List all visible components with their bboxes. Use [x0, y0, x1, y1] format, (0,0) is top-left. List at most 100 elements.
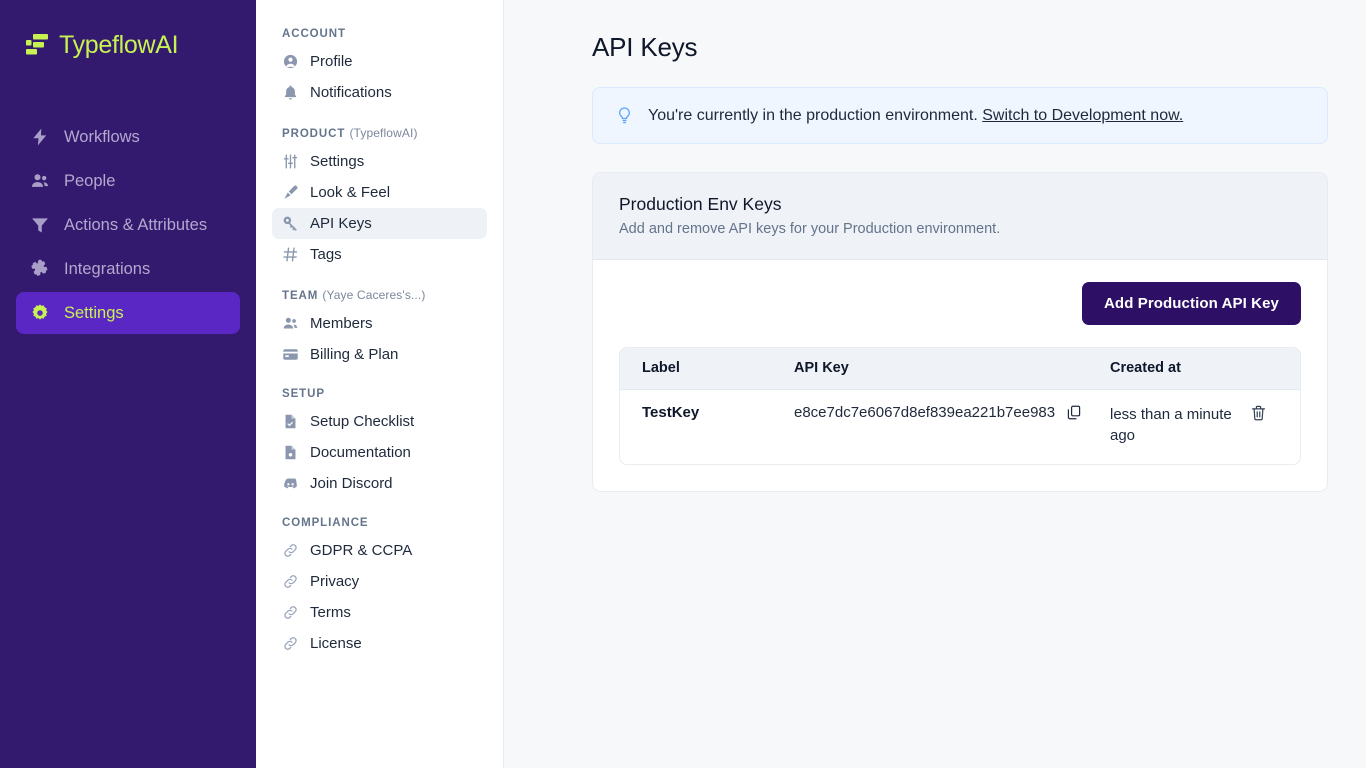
- sidebar-item-terms[interactable]: Terms: [272, 597, 487, 628]
- copy-icon[interactable]: [1066, 404, 1082, 421]
- sidebar-item-tags[interactable]: Tags: [272, 239, 487, 270]
- lightning-bolt-icon: [30, 127, 50, 147]
- nav-label-workflows: Workflows: [64, 127, 140, 146]
- brand-logo[interactable]: TypeflowAI: [0, 24, 256, 66]
- environment-banner-message: You're currently in the production envir…: [648, 106, 978, 124]
- nav-label-integrations: Integrations: [64, 259, 151, 278]
- sidebar-group-setup: SETUP Setup Checklist Documentation Join…: [272, 388, 487, 499]
- people-icon: [282, 315, 299, 332]
- main-content: API Keys You're currently in the product…: [504, 0, 1366, 768]
- nav-item-people[interactable]: People: [16, 160, 240, 202]
- api-key-created-at-value: less than a minute ago: [1110, 406, 1232, 444]
- environment-banner-text: You're currently in the production envir…: [648, 107, 1183, 125]
- sidebar-item-members[interactable]: Members: [272, 308, 487, 339]
- cell-created-at: less than a minute ago: [1110, 404, 1250, 446]
- sidebar-label-api-keys: API Keys: [310, 215, 372, 232]
- api-key-label-value: TestKey: [642, 404, 700, 421]
- sidebar-label-privacy: Privacy: [310, 573, 360, 590]
- sidebar-item-look-and-feel[interactable]: Look & Feel: [272, 177, 487, 208]
- card-title: Production Env Keys: [619, 194, 782, 214]
- sidebar-heading-product-sub: (TypeflowAI): [349, 126, 418, 140]
- sidebar-label-gdpr-ccpa: GDPR & CCPA: [310, 542, 413, 559]
- sidebar-group-product: PRODUCT (TypeflowAI) Settings Look & Fee…: [272, 126, 487, 270]
- sidebar-heading-setup-text: SETUP: [282, 388, 325, 400]
- paintbrush-icon: [282, 184, 299, 201]
- cell-actions: [1250, 404, 1278, 422]
- card-actions: Add Production API Key: [619, 282, 1301, 325]
- sidebar-heading-compliance: COMPLIANCE: [272, 517, 487, 529]
- sidebar-label-members: Members: [310, 315, 373, 332]
- sidebar-label-notifications: Notifications: [310, 84, 392, 101]
- api-key-value: e8ce7dc7e6067d8ef839ea221b7ee983: [794, 404, 1056, 421]
- trash-icon[interactable]: [1250, 404, 1267, 422]
- sidebar-heading-compliance-text: COMPLIANCE: [282, 517, 369, 529]
- discord-icon: [282, 475, 299, 492]
- hash-icon: [282, 246, 299, 263]
- link-icon: [282, 542, 299, 559]
- sidebar-label-license: License: [310, 635, 362, 652]
- user-circle-icon: [282, 53, 299, 70]
- sidebar-item-documentation[interactable]: Documentation: [272, 437, 487, 468]
- sidebar-heading-team-sub: (Yaye Caceres's...): [322, 288, 426, 302]
- cell-api-key: e8ce7dc7e6067d8ef839ea221b7ee983: [794, 404, 1110, 421]
- table-header-row: Label API Key Created at: [620, 348, 1300, 390]
- sidebar-item-license[interactable]: License: [272, 628, 487, 659]
- link-icon: [282, 573, 299, 590]
- card-header: Production Env Keys Add and remove API k…: [593, 173, 1327, 260]
- sidebar-item-join-discord[interactable]: Join Discord: [272, 468, 487, 499]
- sidebar-heading-team: TEAM (Yaye Caceres's...): [272, 288, 487, 302]
- sidebar-heading-product-text: PRODUCT: [282, 128, 346, 140]
- settings-sidebar: ACCOUNT Profile Notifications PRODUCT (T…: [256, 0, 504, 768]
- nav-item-settings[interactable]: Settings: [16, 292, 240, 334]
- sidebar-item-privacy[interactable]: Privacy: [272, 566, 487, 597]
- brand-name: TypeflowAI: [59, 30, 179, 59]
- sliders-icon: [282, 153, 299, 170]
- column-header-api-key: API Key: [794, 360, 849, 376]
- sidebar-label-tags: Tags: [310, 246, 342, 263]
- sidebar-item-profile[interactable]: Profile: [272, 46, 487, 77]
- api-keys-table: Label API Key Created at TestKey e8ce7dc…: [619, 347, 1301, 465]
- sidebar-heading-account: ACCOUNT: [272, 28, 487, 40]
- page-title: API Keys: [592, 32, 698, 62]
- column-header-actions: [1250, 360, 1278, 376]
- sidebar-label-setup-checklist: Setup Checklist: [310, 413, 415, 430]
- sidebar-group-account: ACCOUNT Profile Notifications: [272, 28, 487, 108]
- credit-card-icon: [282, 346, 299, 363]
- sidebar-label-billing-and-plan: Billing & Plan: [310, 346, 399, 363]
- nav-label-people: People: [64, 171, 116, 190]
- document-check-icon: [282, 413, 299, 430]
- nav-label-actions-attributes: Actions & Attributes: [64, 215, 208, 234]
- sidebar-group-team: TEAM (Yaye Caceres's...) Members Billing…: [272, 288, 487, 370]
- people-icon: [30, 171, 50, 191]
- sidebar-item-api-keys[interactable]: API Keys: [272, 208, 487, 239]
- nav-item-workflows[interactable]: Workflows: [16, 116, 240, 158]
- key-icon: [282, 215, 299, 232]
- nav-item-integrations[interactable]: Integrations: [16, 248, 240, 290]
- production-env-keys-card: Production Env Keys Add and remove API k…: [592, 172, 1328, 492]
- sidebar-label-profile: Profile: [310, 53, 353, 70]
- column-header-label: Label: [642, 360, 680, 376]
- lightbulb-icon: [615, 106, 634, 125]
- column-header-created-at: Created at: [1110, 360, 1181, 376]
- sidebar-item-settings[interactable]: Settings: [272, 146, 487, 177]
- sidebar-item-gdpr-ccpa[interactable]: GDPR & CCPA: [272, 535, 487, 566]
- add-production-api-key-button[interactable]: Add Production API Key: [1082, 282, 1301, 325]
- sidebar-item-billing-and-plan[interactable]: Billing & Plan: [272, 339, 487, 370]
- switch-to-development-link[interactable]: Switch to Development now.: [982, 107, 1183, 124]
- nav-item-actions-attributes[interactable]: Actions & Attributes: [16, 204, 240, 246]
- link-icon: [282, 604, 299, 621]
- nav-label-settings: Settings: [64, 303, 124, 322]
- card-subtitle: Add and remove API keys for your Product…: [619, 221, 1001, 237]
- sidebar-item-setup-checklist[interactable]: Setup Checklist: [272, 406, 487, 437]
- sidebar-label-join-discord: Join Discord: [310, 475, 393, 492]
- sidebar-heading-setup: SETUP: [272, 388, 487, 400]
- primary-nav-list: Workflows People Actions & Attributes In…: [0, 116, 256, 334]
- typeflow-bars-logo-icon: [24, 32, 50, 58]
- puzzle-piece-icon: [30, 259, 50, 279]
- sidebar-item-notifications[interactable]: Notifications: [272, 77, 487, 108]
- sidebar-group-compliance: COMPLIANCE GDPR & CCPA Privacy Terms Lic…: [272, 517, 487, 659]
- card-body: Add Production API Key Label API Key Cre…: [593, 260, 1327, 491]
- sidebar-label-documentation: Documentation: [310, 444, 411, 461]
- sidebar-heading-account-text: ACCOUNT: [282, 28, 346, 40]
- funnel-icon: [30, 215, 50, 235]
